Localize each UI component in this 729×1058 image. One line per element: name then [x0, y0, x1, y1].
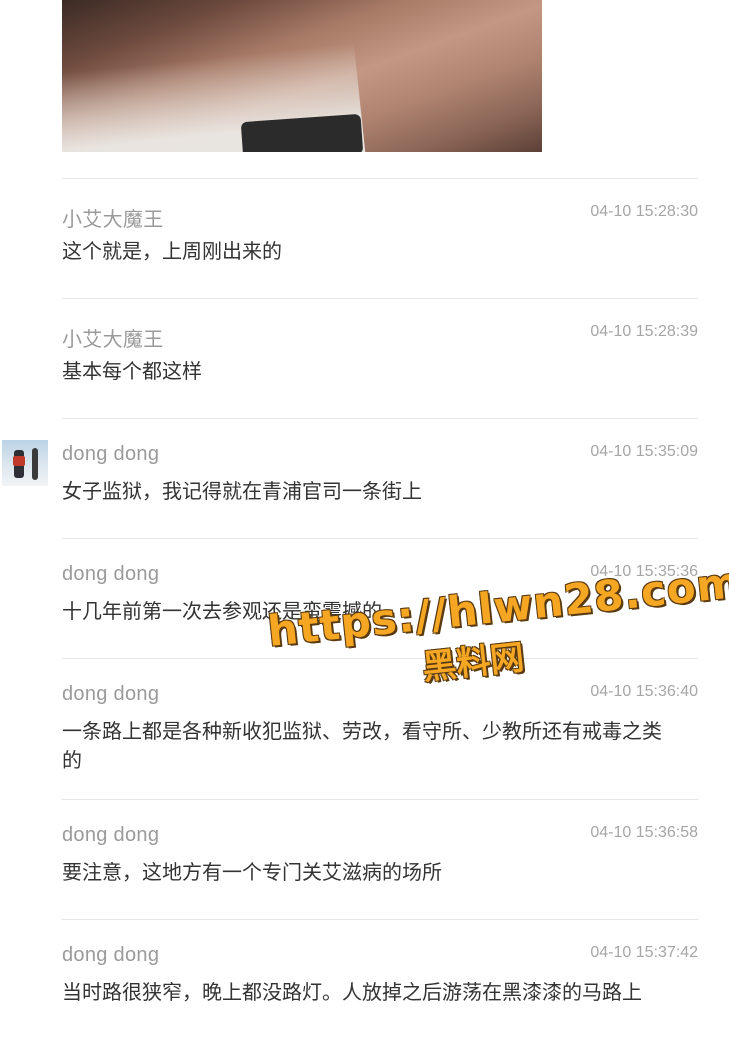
message-sender[interactable]: 小艾大魔王 — [62, 323, 164, 352]
message-time: 04-10 15:36:58 — [590, 824, 698, 841]
message-time: 04-10 15:35:09 — [590, 443, 698, 460]
message-sender[interactable]: dong dong — [62, 683, 159, 706]
message-time: 04-10 15:36:40 — [590, 683, 698, 700]
message-text: 一条路上都是各种新收犯监狱、劳改，看守所、少教所还有戒毒之类的 — [62, 719, 662, 772]
message-sender[interactable]: dong dong — [62, 443, 159, 466]
message-time: 04-10 15:37:42 — [590, 944, 698, 961]
message-item: dong dong 04-10 15:35:36 十几年前第一次去参观还是蛮震撼… — [62, 538, 698, 658]
message-text: 十几年前第一次去参观还是蛮震撼的 — [62, 599, 382, 623]
message-time: 04-10 15:28:39 — [590, 323, 698, 340]
message-item: 小艾大魔王 04-10 15:28:39 基本每个都这样 — [62, 298, 698, 418]
message-text: 要注意，这地方有一个专门关艾滋病的场所 — [62, 860, 442, 884]
message-item: dong dong 04-10 15:36:40 一条路上都是各种新收犯监狱、劳… — [62, 658, 698, 799]
message-list: 小艾大魔王 04-10 15:28:30 这个就是，上周刚出来的 小艾大魔王 0… — [0, 178, 729, 1058]
message-text: 当时路很狭窄，晚上都没路灯。人放掉之后游荡在黑漆漆的马路上 — [62, 980, 642, 1004]
message-sender[interactable]: dong dong — [62, 824, 159, 847]
message-text: 基本每个都这样 — [62, 359, 202, 383]
message-item: 小艾大魔王 04-10 15:28:30 这个就是，上周刚出来的 — [62, 178, 698, 298]
message-item: dong dong 04-10 15:37:42 当时路很狭窄，晚上都没路灯。人… — [62, 919, 698, 1058]
message-text: 这个就是，上周刚出来的 — [62, 239, 282, 263]
message-item: dong dong 04-10 15:36:58 要注意，这地方有一个专门关艾滋… — [62, 799, 698, 919]
message-item: dong dong 04-10 15:35:09 女子监狱，我记得就在青浦官司一… — [62, 418, 698, 538]
message-time: 04-10 15:28:30 — [590, 203, 698, 220]
message-time: 04-10 15:35:36 — [590, 563, 698, 580]
shared-photo[interactable] — [62, 0, 542, 152]
message-sender[interactable]: 小艾大魔王 — [62, 203, 164, 232]
message-text: 女子监狱，我记得就在青浦官司一条街上 — [62, 479, 422, 503]
message-sender[interactable]: dong dong — [62, 944, 159, 967]
message-sender[interactable]: dong dong — [62, 563, 159, 586]
